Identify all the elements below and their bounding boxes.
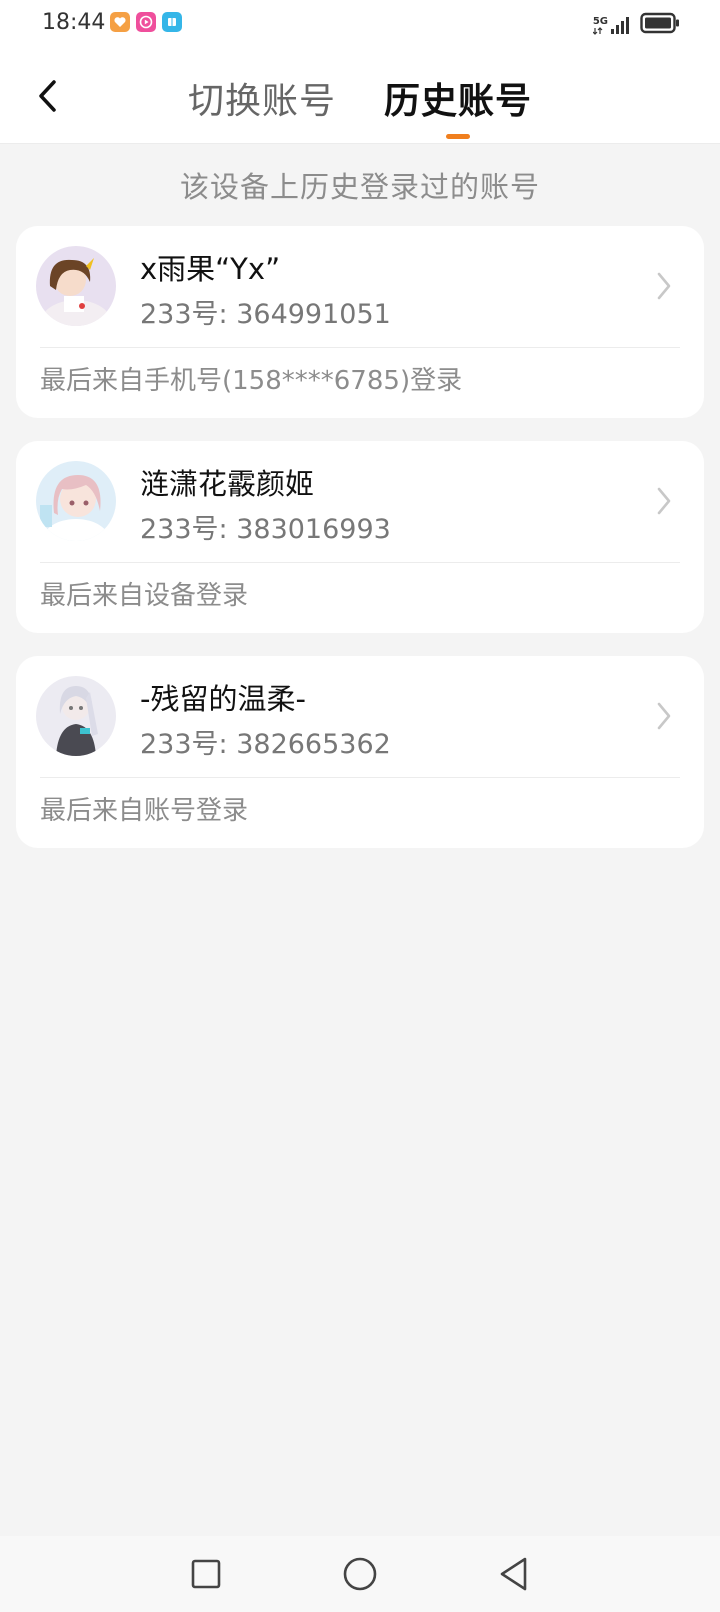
book-app-icon	[162, 12, 182, 32]
system-nav-bar	[0, 1536, 720, 1612]
back-nav-button[interactable]	[494, 1554, 534, 1594]
divider	[40, 777, 680, 778]
chevron-left-icon	[39, 80, 56, 112]
account-nickname: 涟潇花霰颜姬	[140, 467, 315, 501]
signal-icon: 5G	[592, 15, 630, 35]
page-subtitle: 该设备上历史登录过的账号	[179, 170, 540, 204]
square-icon	[191, 1559, 221, 1589]
status-indicators: 5G	[592, 12, 680, 38]
battery-icon	[640, 12, 680, 38]
heart-app-icon	[110, 12, 130, 32]
triangle-back-icon	[500, 1557, 527, 1591]
account-nickname: x雨果“Yx”	[140, 252, 281, 286]
account-nickname: -残留的温柔-	[140, 682, 306, 716]
chevron-right-icon	[650, 696, 678, 736]
account-card[interactable]: x雨果“Yx” 233号: 364991051 最后来自手机号(158****6…	[16, 226, 704, 418]
back-button[interactable]	[30, 76, 66, 116]
notification-icons	[110, 12, 182, 32]
recent-apps-button[interactable]	[186, 1554, 226, 1594]
header: 切换账号 历史账号	[0, 50, 720, 144]
video-app-icon	[136, 12, 156, 32]
chevron-right-icon	[650, 266, 678, 306]
login-source: 最后来自账号登录	[40, 796, 249, 826]
chevron-right-icon	[650, 481, 678, 521]
network-type: 5G	[592, 16, 608, 27]
active-tab-indicator	[446, 134, 470, 139]
tab-history-account[interactable]: 历史账号	[384, 72, 532, 124]
account-id: 233号: 382665362	[140, 729, 391, 760]
account-id: 233号: 383016993	[140, 514, 391, 545]
status-time: 18:44	[42, 10, 106, 35]
status-bar: 18:44 5G	[0, 0, 720, 50]
account-id: 233号: 364991051	[140, 299, 391, 330]
circle-icon	[343, 1557, 377, 1591]
divider	[40, 347, 680, 348]
divider	[40, 562, 680, 563]
avatar	[36, 461, 116, 541]
login-source: 最后来自手机号(158****6785)登录	[40, 366, 463, 396]
home-button[interactable]	[340, 1554, 380, 1594]
login-source: 最后来自设备登录	[40, 581, 249, 611]
account-card[interactable]: 涟潇花霰颜姬 233号: 383016993 最后来自设备登录	[16, 441, 704, 633]
avatar	[36, 246, 116, 326]
avatar	[36, 676, 116, 756]
tab-switch-account[interactable]: 切换账号	[188, 72, 336, 124]
account-card[interactable]: -残留的温柔- 233号: 382665362 最后来自账号登录	[16, 656, 704, 848]
